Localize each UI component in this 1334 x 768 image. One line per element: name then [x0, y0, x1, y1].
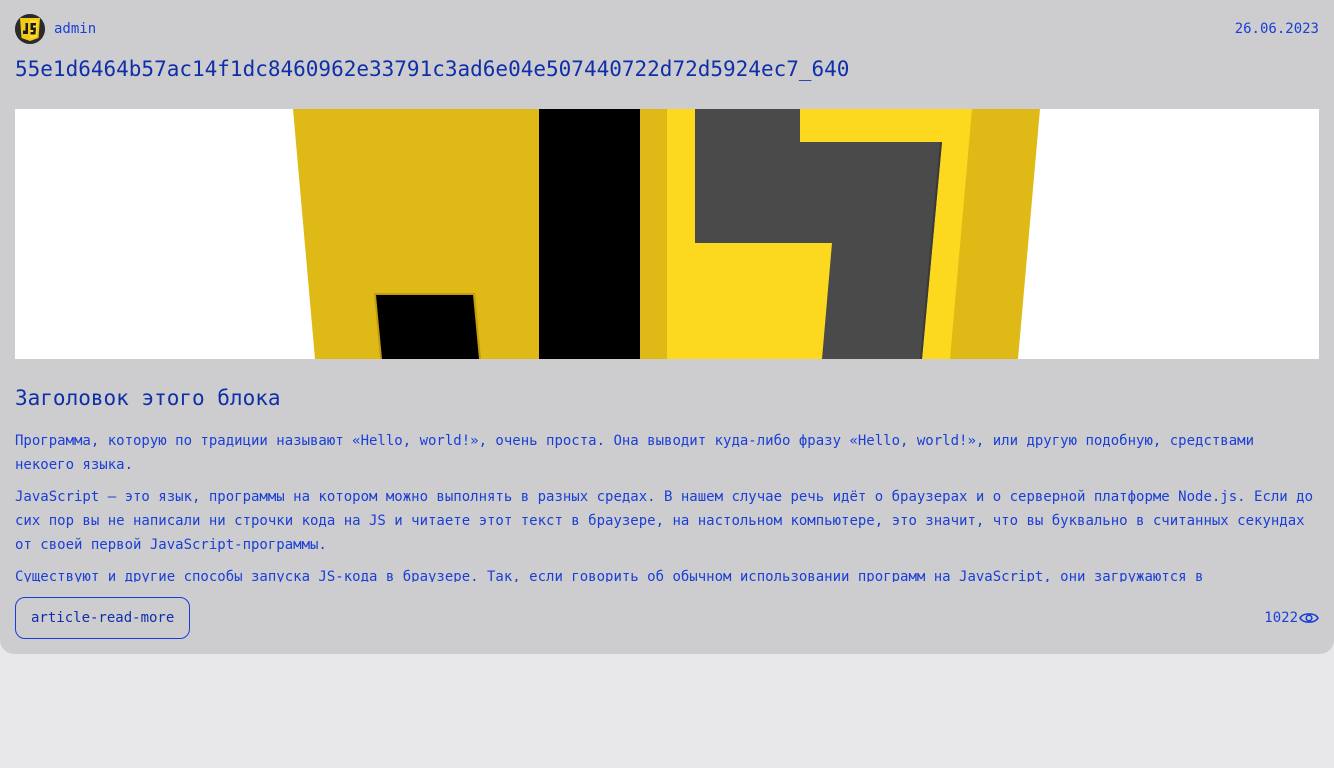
eye-icon: [1299, 613, 1319, 623]
post-date: 26.06.2023: [1234, 21, 1319, 37]
read-more-button[interactable]: article-read-more: [15, 597, 191, 639]
author-name[interactable]: admin: [54, 21, 96, 37]
js-logo-image: [15, 109, 1319, 359]
paragraph: JavaScript — это язык, программы на кото…: [15, 489, 1314, 553]
block-heading: Заголовок этого блока: [15, 386, 281, 410]
author-avatar[interactable]: [15, 14, 45, 44]
post-excerpt: Программа, которую по традиции называют …: [15, 429, 1319, 582]
paragraph: Программа, которую по традиции называют …: [15, 433, 1255, 473]
paragraph: Существуют и другие способы запуска JS-к…: [15, 569, 1204, 582]
post-image: [15, 109, 1319, 359]
post-header: admin 26.06.2023: [15, 14, 1319, 46]
post-title: 55e1d6464b57ac14f1dc8460962e33791c3ad6e0…: [15, 57, 850, 81]
post-card: admin 26.06.2023 55e1d6464b57ac14f1dc846…: [0, 0, 1334, 654]
js-logo-icon: [15, 14, 45, 44]
views-counter: 1022: [1264, 609, 1319, 627]
views-count: 1022: [1264, 610, 1298, 626]
